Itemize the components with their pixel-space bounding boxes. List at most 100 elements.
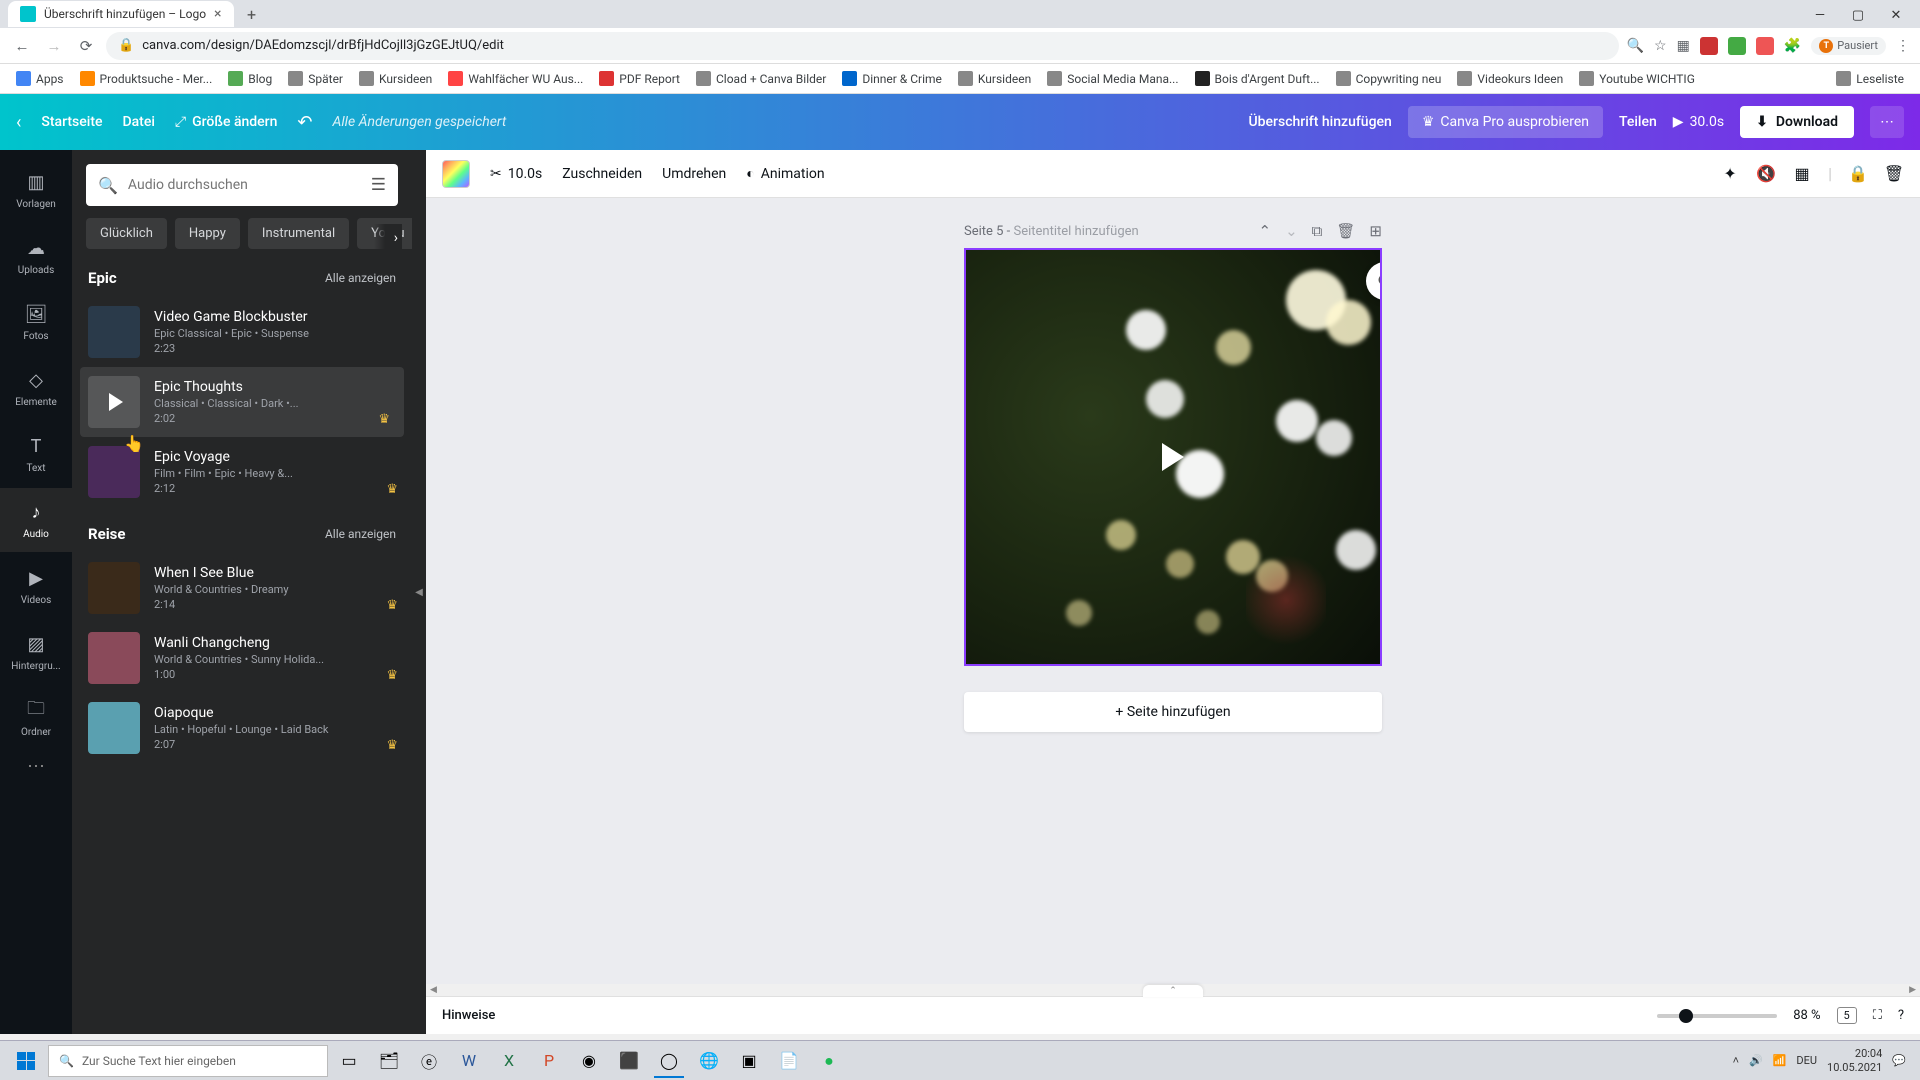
audio-track[interactable]: OiapoqueLatin • Hopeful • Lounge • Laid … [72,693,412,763]
audio-track[interactable]: Epic VoyageFilm • Film • Epic • Heavy &.… [72,437,412,507]
bookmark-item[interactable]: Copywriting neu [1330,69,1448,88]
bookmark-item[interactable]: Kursideen [952,69,1037,88]
audio-track[interactable]: Video Game BlockbusterEpic Classical • E… [72,297,412,367]
track-thumbnail[interactable] [88,306,140,358]
bookmark-item[interactable]: Wahlfächer WU Aus... [442,69,589,88]
download-button[interactable]: ⬇ Download [1740,106,1854,138]
chevron-up-icon[interactable]: ⌃ [1259,222,1272,240]
bookmark-item[interactable]: Youtube WICHTIG [1573,69,1701,88]
back-chevron-icon[interactable]: ‹ [16,112,21,133]
page-count-badge[interactable]: 5 [1837,1007,1857,1024]
track-thumbnail[interactable] [88,632,140,684]
audio-track[interactable]: When I See BlueWorld & Countries • Dream… [72,553,412,623]
chip-gluecklich[interactable]: Glücklich [86,218,167,249]
bookmark-item[interactable]: Leseliste [1830,69,1910,88]
bookmark-item[interactable]: Social Media Mana... [1041,69,1184,88]
notepad-icon[interactable]: 📄 [770,1044,808,1078]
excel-icon[interactable]: X [490,1044,528,1078]
new-tab-button[interactable]: + [240,5,264,24]
apps-bookmark[interactable]: Apps [10,69,70,88]
play-video-icon[interactable] [1162,443,1184,471]
duplicate-page-icon[interactable]: ⧉ [1312,222,1323,240]
collapse-handle-icon[interactable]: ⌃ [1143,985,1203,997]
fullscreen-icon[interactable]: ⛶ [1873,1008,1882,1023]
more-menu-button[interactable]: ⋯ [1870,106,1904,138]
start-button[interactable] [6,1044,46,1078]
close-window-button[interactable]: ✕ [1878,4,1914,26]
bookmark-item[interactable]: Später [282,69,349,88]
resize-button[interactable]: ⤢Größe ändern [175,114,278,130]
track-thumbnail[interactable] [88,702,140,754]
edge-legacy-icon[interactable]: ⓔ [410,1044,448,1078]
app-icon[interactable]: ◉ [570,1044,608,1078]
rail-text[interactable]: TText [0,422,72,486]
extension-icon[interactable] [1756,37,1774,55]
delete-icon[interactable]: 🗑 [1884,164,1904,184]
tray-clock[interactable]: 20:04 10.05.2021 [1827,1047,1882,1073]
rail-elements[interactable]: ◇Elemente [0,356,72,420]
close-tab-icon[interactable]: × [214,6,221,22]
explorer-icon[interactable]: 🗂 [370,1044,408,1078]
track-thumbnail[interactable] [88,562,140,614]
rail-folders[interactable]: 🗀Ordner [0,686,72,750]
bookmark-item[interactable]: Cload + Canva Bilder [690,69,832,88]
powerpoint-icon[interactable]: P [530,1044,568,1078]
add-page-button[interactable]: + Seite hinzufügen [964,692,1382,732]
word-icon[interactable]: W [450,1044,488,1078]
audio-search-input[interactable] [128,177,361,193]
canvas-page[interactable]: ⟳ [964,248,1382,666]
browser-tab[interactable]: Überschrift hinzufügen – Logo × [8,1,234,27]
chrome-icon[interactable]: ◯ [650,1044,688,1078]
bookmark-item[interactable]: Videokurs Ideen [1451,69,1569,88]
lock-icon[interactable]: 🔒 [1848,164,1868,184]
notes-label[interactable]: Hinweise [442,1008,495,1023]
tray-chevron-icon[interactable]: ˄ [1733,1054,1739,1067]
clip-duration[interactable]: ✂10.0s [490,166,542,182]
help-icon[interactable]: ? [1898,1008,1904,1023]
maximize-button[interactable]: ▢ [1840,4,1876,26]
notifications-icon[interactable]: 💬 [1892,1054,1906,1067]
bookmark-item[interactable]: Blog [222,69,278,88]
animation-button[interactable]: ◐Animation [746,165,824,182]
chips-scroll-right-icon[interactable]: › [374,224,402,252]
forward-button[interactable]: → [42,34,66,58]
audio-track[interactable]: Epic ThoughtsClassical • Classical • Dar… [80,367,404,437]
rail-backgrounds[interactable]: ▨Hintergru... [0,620,72,684]
edge-icon[interactable]: 🌐 [690,1044,728,1078]
rail-more-icon[interactable]: ⋯ [27,756,45,777]
rail-videos[interactable]: ▶Videos [0,554,72,618]
profile-pause-badge[interactable]: TPausiert [1811,37,1886,55]
transparency-icon[interactable]: ▦ [1792,164,1812,184]
mute-icon[interactable]: 🔇 [1756,164,1776,184]
try-pro-button[interactable]: ♛ Canva Pro ausprobieren [1408,106,1603,138]
zoom-slider[interactable] [1657,1014,1777,1018]
play-duration[interactable]: ▶ 30.0s [1673,114,1724,130]
add-page-icon[interactable]: ⊞ [1369,222,1382,240]
chip-happy[interactable]: Happy [175,218,240,249]
chip-instrumental[interactable]: Instrumental [248,218,349,249]
kebab-menu-icon[interactable]: ⋮ [1896,38,1910,54]
spotify-icon[interactable]: ● [810,1044,848,1078]
rail-photos[interactable]: 🖼Fotos [0,290,72,354]
panel-collapse-handle[interactable]: ◀ [412,150,426,1034]
obs-icon[interactable]: ⬛ [610,1044,648,1078]
document-title[interactable]: Überschrift hinzufügen [1249,114,1392,130]
page-subtitle[interactable]: Seitentitel hinzufügen [1014,224,1139,239]
color-picker-button[interactable] [442,160,470,188]
url-field[interactable]: 🔒 canva.com/design/DAEdomzscjl/drBfjHdCo… [106,32,1619,60]
undo-icon[interactable]: ↶ [297,112,312,133]
back-button[interactable]: ← [10,34,34,58]
extension-icon[interactable] [1728,37,1746,55]
bookmark-item[interactable]: Produktsuche - Mer... [74,69,219,88]
flip-button[interactable]: Umdrehen [662,166,726,182]
chevron-down-icon[interactable]: ⌄ [1285,222,1298,240]
minimize-button[interactable]: — [1802,4,1838,26]
rail-uploads[interactable]: ☁Uploads [0,224,72,288]
extension-icon[interactable] [1700,37,1718,55]
bookmark-item[interactable]: PDF Report [593,69,686,88]
bookmark-item[interactable]: Bois d'Argent Duft... [1189,69,1326,88]
volume-icon[interactable]: 🔊 [1749,1054,1763,1067]
extensions-menu-icon[interactable]: 🧩 [1784,38,1801,54]
reload-button[interactable]: ⟳ [74,34,98,58]
qr-icon[interactable]: ▦ [1677,38,1690,54]
